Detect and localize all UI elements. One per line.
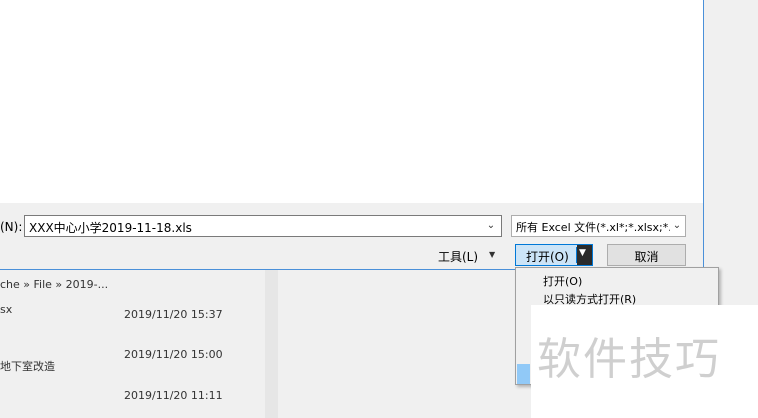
- chevron-down-icon[interactable]: ⌄: [483, 218, 499, 234]
- background-breadcrumb: che » File » 2019-...: [0, 278, 109, 291]
- pane-splitter[interactable]: [265, 270, 278, 418]
- file-type-value: 所有 Excel 文件(*.xl*;*.xlsx;*.xl: [516, 221, 682, 234]
- cancel-label: 取消: [634, 250, 659, 264]
- open-options-arrow[interactable]: ▼: [577, 245, 592, 265]
- list-item-name: 地下室改造: [0, 360, 55, 373]
- filename-label: (N):: [0, 220, 23, 234]
- background-window-edge: [705, 0, 758, 270]
- menu-item-open[interactable]: 打开(O): [516, 271, 718, 289]
- watermark: 软件技巧: [531, 305, 758, 418]
- cancel-button[interactable]: 取消: [607, 244, 686, 266]
- list-item-date: 2019/11/20 15:37: [124, 308, 223, 321]
- filename-input[interactable]: XXX中心小学2019-11-18.xls ⌄: [24, 215, 502, 237]
- chevron-down-icon[interactable]: ⌄: [670, 217, 684, 235]
- open-file-dialog: (N): XXX中心小学2019-11-18.xls ⌄ 所有 Excel 文件…: [0, 0, 704, 270]
- tools-menu-button[interactable]: 工具(L): [438, 248, 478, 265]
- list-item-date: 2019/11/20 15:00: [124, 348, 223, 361]
- menu-item-highlight[interactable]: [517, 364, 530, 384]
- file-type-select[interactable]: 所有 Excel 文件(*.xl*;*.xlsx;*.xl ⌄: [511, 215, 686, 237]
- filename-value: XXX中心小学2019-11-18.xls: [29, 221, 192, 235]
- menu-item-label: 打开(O): [543, 275, 583, 288]
- list-item-name: sx: [0, 303, 13, 316]
- open-button[interactable]: 打开(O): [526, 248, 569, 265]
- triangle-down-icon[interactable]: ▼: [489, 250, 495, 259]
- open-split-button[interactable]: 打开(O) ▼: [515, 244, 593, 266]
- list-item-date: 2019/11/20 11:11: [124, 389, 223, 402]
- watermark-text: 软件技巧: [537, 334, 721, 385]
- file-list-area[interactable]: [0, 0, 703, 203]
- background-file-list: che » File » 2019-... sx 2019/11/20 15:3…: [0, 270, 265, 418]
- triangle-down-icon: ▼: [579, 248, 586, 258]
